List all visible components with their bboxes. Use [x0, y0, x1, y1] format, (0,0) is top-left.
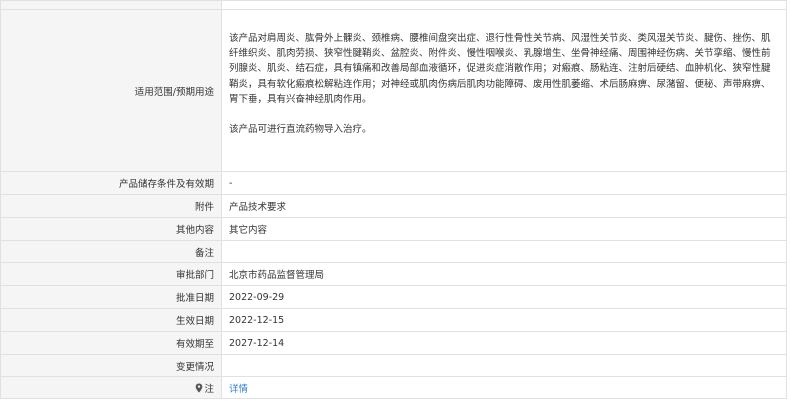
row-label-remark: 备注 [1, 241, 222, 262]
location-pin-icon [196, 383, 203, 392]
row-label-empty [1, 1, 222, 9]
row-value-effective-date: 2022-12-15 [229, 314, 285, 326]
table-row-approval-date: 批准日期 2022-09-29 [0, 286, 787, 309]
row-value-valid-until: 2027-12-14 [229, 337, 285, 349]
note-label-group: 注 [195, 381, 214, 395]
details-link[interactable]: 详情 [229, 381, 248, 395]
row-value-attachment: 产品技术要求 [229, 202, 287, 213]
row-label-valid-until: 有效期至 [1, 332, 222, 354]
row-value-note: 详情 [222, 377, 786, 398]
row-value-scope: 该产品对肩周炎、肱骨外上髁炎、颈椎病、腰椎间盘突出症、退行性骨性关节病、风湿性关… [222, 10, 786, 171]
row-value-remark [222, 241, 786, 262]
table-row-attachment: 附件 产品技术要求 [0, 195, 787, 218]
table-row-remark: 备注 [0, 241, 787, 263]
row-value-authority: 北京市药品监督管理局 [229, 270, 325, 281]
detail-table: 适用范围/预期用途 该产品对肩周炎、肱骨外上髁炎、颈椎病、腰椎间盘突出症、退行性… [0, 0, 787, 399]
scope-paragraph-2: 该产品可进行直流药物导入治疗。 [229, 124, 372, 136]
table-row-scope: 适用范围/预期用途 该产品对肩周炎、肱骨外上髁炎、颈椎病、腰椎间盘突出症、退行性… [0, 10, 787, 172]
row-label-attachment: 附件 [1, 195, 222, 217]
table-row-storage: 产品储存条件及有效期 - [0, 172, 787, 195]
row-label-effective-date: 生效日期 [1, 309, 222, 331]
row-value-storage: - [229, 177, 233, 189]
scope-paragraph-1: 该产品对肩周炎、肱骨外上髁炎、颈椎病、腰椎间盘突出症、退行性骨性关节病、风湿性关… [229, 33, 771, 105]
note-label-text: 注 [204, 383, 214, 395]
row-label-change: 变更情况 [1, 355, 222, 376]
row-value-approval-date: 2022-09-29 [229, 291, 285, 303]
table-row-authority: 审批部门 北京市药品监督管理局 [0, 263, 787, 286]
row-label-note: 注 [1, 377, 222, 398]
table-row-top-strip [0, 1, 787, 10]
table-row-effective-date: 生效日期 2022-12-15 [0, 309, 787, 332]
row-value-change [222, 355, 786, 376]
table-row-note: 注 详情 [0, 377, 787, 399]
row-label-other: 其他内容 [1, 218, 222, 240]
row-label-scope: 适用范围/预期用途 [1, 10, 222, 171]
row-label-authority: 审批部门 [1, 263, 222, 285]
table-row-valid-until: 有效期至 2027-12-14 [0, 332, 787, 355]
row-value-empty [222, 1, 786, 9]
row-value-other: 其它内容 [229, 225, 268, 236]
row-label-approval-date: 批准日期 [1, 286, 222, 308]
row-label-storage: 产品储存条件及有效期 [1, 172, 222, 194]
table-row-other: 其他内容 其它内容 [0, 218, 787, 241]
table-row-change: 变更情况 [0, 355, 787, 377]
